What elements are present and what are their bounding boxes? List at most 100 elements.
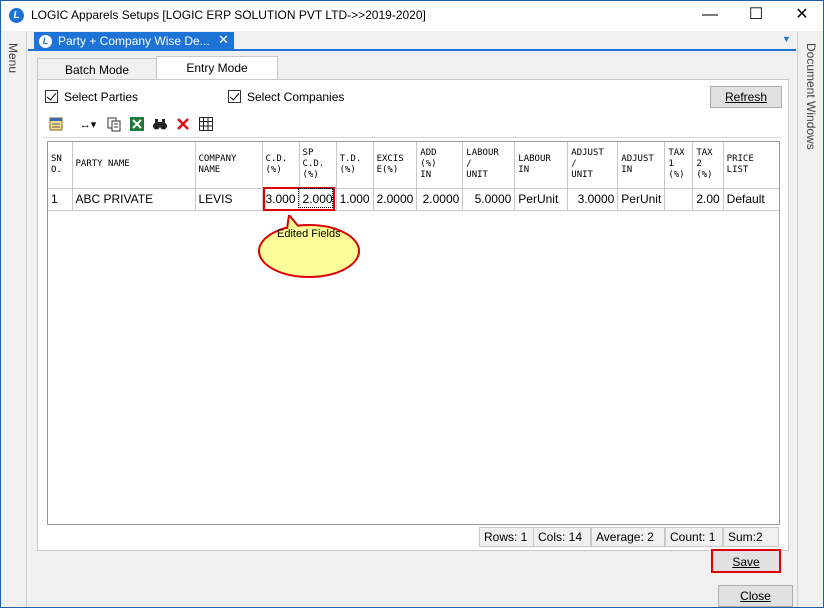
select-parties-label: Select Parties <box>64 90 139 104</box>
column-header-text: LABOUR <box>466 148 499 159</box>
table-cell[interactable]: Default <box>723 188 779 211</box>
grid-icon[interactable] <box>197 116 215 134</box>
table-cell[interactable]: 3.000 <box>262 188 300 211</box>
column-header[interactable]: LABOUR / UNIT <box>462 142 516 189</box>
column-header[interactable]: PRICE LIST <box>723 142 779 189</box>
table-cell[interactable]: 1 <box>48 188 73 211</box>
table-cell[interactable]: 5.0000 <box>462 188 516 211</box>
grid-header-row: SN O. PARTY NAME COMPANY NAME C.D. (%) SP C.D. (%… <box>48 142 779 189</box>
document-tab[interactable]: L Party + Company Wise De... ✕ <box>34 32 234 51</box>
document-tab-logo-icon: L <box>39 35 52 48</box>
column-header-text: TAX <box>668 148 685 159</box>
column-header-text: SP <box>302 148 314 159</box>
column-header-text: IN <box>621 164 633 175</box>
table-cell[interactable]: 2.0000 <box>373 188 418 211</box>
column-header-text: TAX <box>696 148 713 159</box>
grid-table: SN O. PARTY NAME COMPANY NAME C.D. (%) SP C.D. (%… <box>48 142 779 211</box>
menu-sidebar-label: Menu <box>6 43 20 74</box>
callout-text: Edited Fields <box>277 228 341 240</box>
column-header-text: IN <box>518 164 530 175</box>
refresh-button-label: Refresh <box>724 90 768 104</box>
column-header[interactable]: COMPANY NAME <box>195 142 263 189</box>
column-header-text: / <box>466 159 472 170</box>
copy-icon[interactable] <box>105 116 123 134</box>
callout-bubble <box>258 215 360 278</box>
column-header[interactable]: EXCIS E(%) <box>373 142 418 189</box>
column-header-text: (%) <box>339 164 356 175</box>
column-header-text: C.D. <box>302 159 325 170</box>
column-header[interactable]: LABOUR IN <box>514 142 569 189</box>
minimize-button[interactable]: — <box>687 1 733 31</box>
status-average: Average: 2 <box>591 527 665 547</box>
table-cell[interactable]: 2.000 <box>299 188 337 211</box>
column-header-text: (%) <box>668 170 685 181</box>
save-button-label: Save <box>732 555 760 569</box>
expand-columns-icon[interactable]: ↔▾ <box>75 116 101 134</box>
table-cell[interactable]: PerUnit <box>514 188 569 211</box>
menu-sidebar[interactable]: Menu <box>1 31 27 607</box>
column-header[interactable]: ADJUST / UNIT <box>567 142 619 189</box>
delete-icon[interactable] <box>174 116 192 134</box>
column-header[interactable]: C.D. (%) <box>262 142 300 189</box>
table-cell[interactable]: 2.00 <box>692 188 724 211</box>
table-row[interactable]: 1 ABC PRIVATE LEVIS 3.000 2.000 1.000 2.0000 2.… <box>48 188 779 211</box>
column-header[interactable]: SP C.D. (%) <box>299 142 337 189</box>
document-windows-label: Document Windows <box>804 43 818 150</box>
column-header[interactable]: SN O. <box>48 142 73 189</box>
column-header-text: 2 <box>696 159 702 170</box>
column-header-text: ADD <box>420 148 437 159</box>
column-header-text: T.D. <box>339 153 362 164</box>
status-count: Count: 1 <box>665 527 723 547</box>
column-header-text: PRICE <box>726 153 754 164</box>
find-icon[interactable] <box>151 116 169 134</box>
column-header[interactable]: T.D. (%) <box>336 142 374 189</box>
document-windows-sidebar[interactable]: Document Windows <box>797 31 823 607</box>
grid-body: 1 ABC PRIVATE LEVIS 3.000 2.000 1.000 2.0000 2.… <box>48 188 779 211</box>
column-header-text: EXCIS <box>376 153 404 164</box>
document-tab-label: Party + Company Wise De... <box>58 34 210 48</box>
table-cell[interactable]: 1.000 <box>336 188 374 211</box>
column-header[interactable]: TAX 2 (%) <box>692 142 724 189</box>
maximize-button[interactable]: ☐ <box>733 1 779 31</box>
notepad-icon[interactable] <box>47 116 65 134</box>
edited-fields-callout: Edited Fields <box>257 215 361 279</box>
app-window: L LOGIC Apparels Setups [LOGIC ERP SOLUT… <box>0 0 824 608</box>
table-cell[interactable]: ABC PRIVATE <box>72 188 196 211</box>
column-header-text: / <box>571 159 577 170</box>
close-button[interactable]: Close <box>718 585 793 607</box>
checkbox-checked-icon[interactable] <box>45 90 58 103</box>
column-header[interactable]: ADD (%) IN <box>416 142 464 189</box>
column-header-text: LIST <box>726 164 749 175</box>
column-header[interactable]: ADJUST IN <box>617 142 666 189</box>
party-company-grid[interactable]: SN O. PARTY NAME COMPANY NAME C.D. (%) SP C.D. (%… <box>47 141 780 525</box>
status-sum: Sum:2 <box>723 527 779 547</box>
document-tab-bar: L Party + Company Wise De... ✕ ▼ <box>28 31 796 51</box>
column-header[interactable]: PARTY NAME <box>72 142 196 189</box>
column-header-text: NAME <box>198 164 221 175</box>
app-logo-icon: L <box>9 8 24 23</box>
status-cols: Cols: 14 <box>533 527 591 547</box>
refresh-button[interactable]: Refresh <box>710 86 782 108</box>
chevron-down-icon[interactable]: ▼ <box>782 34 791 44</box>
column-header-text: (%) <box>265 164 282 175</box>
checkbox-checked-icon[interactable] <box>228 90 241 103</box>
table-cell[interactable] <box>664 188 694 211</box>
tab-batch-mode[interactable]: Batch Mode <box>37 58 157 80</box>
tab-entry-mode[interactable]: Entry Mode <box>156 56 278 80</box>
table-cell[interactable]: 2.0000 <box>416 188 464 211</box>
column-header-text: C.D. <box>265 153 288 164</box>
document-tab-close-icon[interactable]: ✕ <box>218 32 229 48</box>
select-companies-label: Select Companies <box>247 90 345 104</box>
save-button[interactable]: Save <box>711 549 781 573</box>
table-cell[interactable]: LEVIS <box>195 188 263 211</box>
table-cell[interactable]: 3.0000 <box>567 188 619 211</box>
column-header-text: COMPANY <box>198 153 237 164</box>
column-header-text: 1 <box>668 159 674 170</box>
column-header-text: SN <box>51 153 62 164</box>
close-window-button[interactable]: ✕ <box>779 1 824 31</box>
excel-icon[interactable] <box>128 116 146 134</box>
column-header-text: LABOUR <box>518 153 551 164</box>
table-cell[interactable]: PerUnit <box>617 188 666 211</box>
column-header-text: ADJUST <box>621 153 654 164</box>
column-header[interactable]: TAX 1 (%) <box>664 142 694 189</box>
